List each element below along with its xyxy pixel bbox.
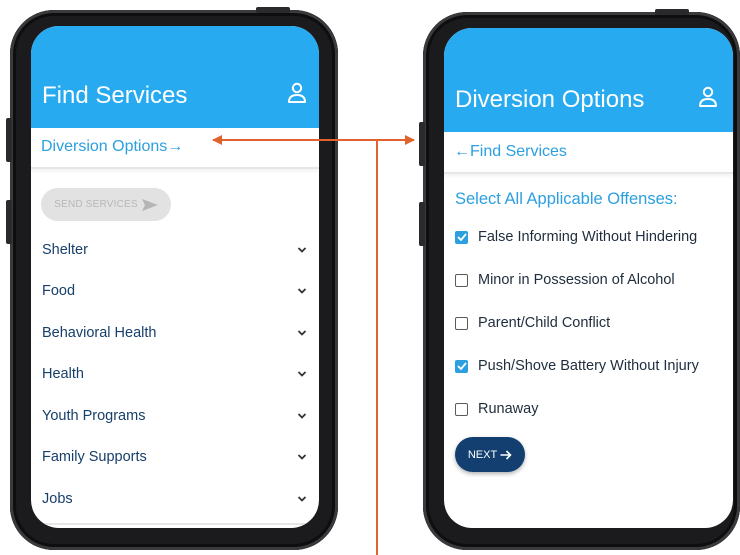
category-label: Behavioral Health <box>42 325 157 341</box>
chevron-down-icon <box>297 454 307 460</box>
category-youth-programs[interactable]: Youth Programs <box>31 396 319 436</box>
offenses-heading: Select All Applicable Offenses: <box>455 190 678 208</box>
checkbox-unchecked[interactable] <box>455 316 468 330</box>
list-bottom-divider <box>31 523 319 525</box>
category-label: Youth Programs <box>42 408 146 424</box>
next-button[interactable]: NEXT <box>455 437 525 472</box>
offense-label: Parent/Child Conflict <box>478 315 611 331</box>
category-label: Food <box>42 283 76 299</box>
chevron-down-icon <box>297 371 307 377</box>
phone-volume-down-button <box>419 202 425 246</box>
phone-diversion-options: Diversion Options ←Find Services Select … <box>419 9 740 550</box>
phone-find-services: Find Services Diversion Options→ SEND SE… <box>6 7 338 550</box>
offense-label: Push/Shove Battery Without Injury <box>478 358 699 374</box>
chevron-down-icon <box>297 413 307 419</box>
offense-option-push-shove-battery[interactable]: Push/Shove Battery Without Injury <box>455 354 699 378</box>
offense-option-runaway[interactable]: Runaway <box>455 397 538 421</box>
user-icon[interactable] <box>698 86 718 108</box>
category-health[interactable]: Health <box>31 354 319 394</box>
phone-volume-up-button <box>419 122 425 166</box>
check-icon <box>456 362 467 370</box>
check-icon <box>456 233 467 241</box>
offense-option-parent-child-conflict[interactable]: Parent/Child Conflict <box>455 311 610 335</box>
checkbox-unchecked[interactable] <box>455 402 468 416</box>
chevron-down-icon <box>297 330 307 336</box>
checkbox-checked[interactable] <box>455 359 468 373</box>
category-label: Family Supports <box>42 449 147 465</box>
category-shelter[interactable]: Shelter <box>31 230 319 270</box>
diversion-options-link[interactable]: Diversion Options→ <box>41 138 183 156</box>
app-header: Find Services <box>31 26 319 128</box>
diversion-options-screen: Diversion Options ←Find Services Select … <box>444 28 733 528</box>
find-services-screen: Find Services Diversion Options→ SEND SE… <box>31 26 319 528</box>
category-label: Shelter <box>42 242 88 258</box>
find-services-back-link[interactable]: ←Find Services <box>454 143 567 161</box>
category-label: Health <box>42 366 84 382</box>
offense-label: False Informing Without Hindering <box>478 229 698 245</box>
category-label: Jobs <box>42 491 73 507</box>
phone-volume-down-button <box>6 200 12 244</box>
header-divider <box>31 167 319 169</box>
app-header: Diversion Options <box>444 28 733 132</box>
checkbox-unchecked[interactable] <box>455 273 468 287</box>
chevron-down-icon <box>297 496 307 502</box>
phone-volume-up-button <box>6 118 12 162</box>
page-title: Diversion Options <box>455 86 645 113</box>
send-services-button[interactable]: SEND SERVICES <box>41 188 171 221</box>
category-behavioral-health[interactable]: Behavioral Health <box>31 313 319 353</box>
offense-label: Runaway <box>478 401 539 417</box>
send-icon <box>141 198 158 211</box>
category-family-supports[interactable]: Family Supports <box>31 437 319 477</box>
category-jobs[interactable]: Jobs <box>31 479 319 519</box>
page-title: Find Services <box>42 82 188 109</box>
offense-label: Minor in Possession of Alcohol <box>478 272 675 288</box>
send-services-label: SEND SERVICES <box>54 199 138 210</box>
offense-option-minor-in-possession[interactable]: Minor in Possession of Alcohol <box>455 268 675 292</box>
chevron-down-icon <box>297 247 307 253</box>
header-divider <box>444 172 733 174</box>
arrow-right-icon <box>500 449 512 460</box>
checkbox-checked[interactable] <box>455 230 468 244</box>
user-icon[interactable] <box>287 82 307 104</box>
offense-option-false-informing[interactable]: False Informing Without Hindering <box>455 225 697 249</box>
phone-top-button <box>256 7 290 13</box>
category-food[interactable]: Food <box>31 271 319 311</box>
chevron-down-icon <box>297 288 307 294</box>
phone-top-button <box>655 9 689 15</box>
next-button-label: NEXT <box>467 448 498 461</box>
